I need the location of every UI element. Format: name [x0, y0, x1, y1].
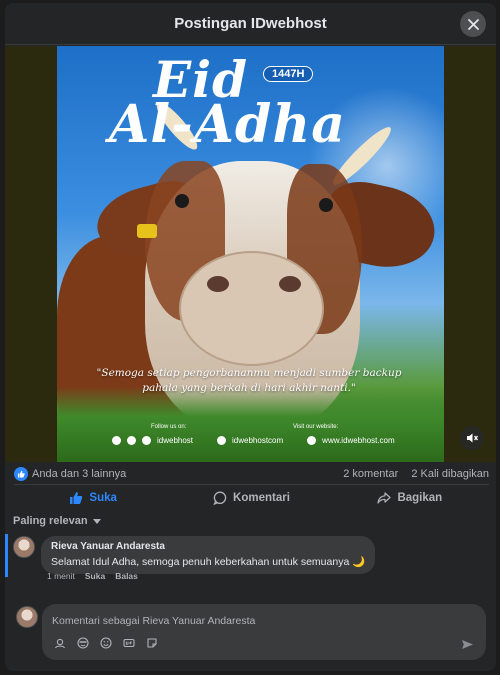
poster-follow-label: Follow us on: [151, 424, 187, 430]
like-reaction-icon [14, 467, 28, 481]
reactions-text: Anda dan 3 lainnya [32, 468, 127, 480]
cool-face-icon [77, 637, 89, 649]
send-icon [462, 640, 473, 649]
poster-year-badge: 1447H [263, 66, 314, 82]
comment-composer [42, 604, 486, 660]
comment-reply-link[interactable]: Balas [115, 571, 138, 581]
poster-quote: "Semoga setiap pengorbananmu menjadi sum… [96, 367, 402, 394]
comment-sort-dropdown[interactable]: Paling relevan [13, 515, 101, 527]
sort-label: Paling relevan [13, 515, 88, 527]
avatar-sticker-button[interactable] [54, 637, 66, 649]
poster-website: www.idwebhost.com [322, 436, 395, 445]
instagram-icon [217, 436, 227, 445]
composer-avatar[interactable] [16, 606, 38, 628]
instagram-icon [127, 436, 136, 445]
globe-icon [307, 436, 317, 445]
like-label: Suka [89, 491, 117, 504]
mute-button[interactable] [460, 426, 484, 450]
comment-author[interactable]: Rieva Yanuar Andaresta [51, 541, 365, 552]
comment-button[interactable]: Komentari [172, 485, 330, 510]
highlight-bar [5, 534, 8, 577]
cow-eye-left [175, 194, 189, 208]
poster-headline-al-adha: Al-Adha [109, 94, 346, 155]
dialog-header: Postingan IDwebhost [5, 3, 496, 45]
thumbs-up-icon [70, 491, 83, 504]
poster-handle-2: idwebhostcom [232, 436, 284, 445]
cow-muzzle [179, 251, 324, 366]
comment-text: Selamat Idul Adha, semoga penuh keberkah… [51, 556, 366, 568]
comment-like-link[interactable]: Suka [85, 571, 105, 581]
comment-input[interactable] [52, 612, 452, 630]
emoji-button[interactable] [100, 637, 112, 649]
comment-time[interactable]: 1 menit [47, 571, 75, 581]
cow-eye-right [319, 198, 333, 212]
commenter-avatar[interactable] [13, 536, 35, 558]
share-label: Bagikan [397, 491, 443, 504]
share-arrow-icon [377, 491, 392, 504]
send-comment-button[interactable] [461, 638, 474, 656]
comments-count[interactable]: 2 komentar [343, 468, 398, 480]
post-dialog: Postingan IDwebhost Eid 1447H Al-Adha "S… [5, 3, 496, 671]
sticker-icon [147, 638, 157, 648]
comment-bubble: Rieva Yanuar Andaresta Selamat Idul Adha… [41, 536, 376, 574]
eid-poster-image: Eid 1447H Al-Adha "Semoga setiap pengorb… [57, 46, 444, 462]
comment-item: Rieva Yanuar Andaresta Selamat Idul Adha… [13, 536, 376, 574]
comment-bubble-icon [213, 491, 227, 505]
share-button[interactable]: Bagikan [331, 485, 489, 510]
gif-icon [123, 638, 135, 648]
post-media[interactable]: Eid 1447H Al-Adha "Semoga setiap pengorb… [5, 46, 496, 462]
dialog-title: Postingan IDwebhost [174, 15, 327, 32]
poster-visit-label: Visit our website: [293, 424, 339, 430]
smiley-icon [100, 637, 112, 649]
like-button[interactable]: Suka [14, 485, 172, 510]
reactions-summary[interactable]: Anda dan 3 lainnya [14, 467, 126, 481]
facebook-icon [112, 436, 121, 445]
emoji-avatar-button[interactable] [77, 637, 89, 649]
poster-handle-1: idwebhost [157, 436, 194, 445]
post-stats: Anda dan 3 lainnya 2 komentar 2 Kali dib… [14, 464, 489, 484]
speaker-muted-icon [467, 433, 479, 443]
grass [57, 386, 444, 462]
caret-down-icon [92, 518, 101, 524]
avatar-sticker-icon [54, 638, 66, 649]
tiktok-icon [142, 436, 151, 445]
poster-social-row: idwebhost idwebhostcom www.idwebhost.com [112, 436, 442, 445]
gif-button[interactable] [123, 637, 135, 649]
shares-count[interactable]: 2 Kali dibagikan [411, 468, 489, 480]
close-icon [467, 18, 479, 30]
close-button[interactable] [460, 11, 486, 37]
post-action-bar: Suka Komentari Bagikan [14, 484, 489, 510]
sticker-button[interactable] [146, 637, 158, 649]
comment-label: Komentari [233, 491, 290, 504]
ear-tag [137, 224, 157, 238]
composer-toolbar [54, 637, 158, 649]
comment-meta: 1 menit Suka Balas [47, 571, 138, 581]
